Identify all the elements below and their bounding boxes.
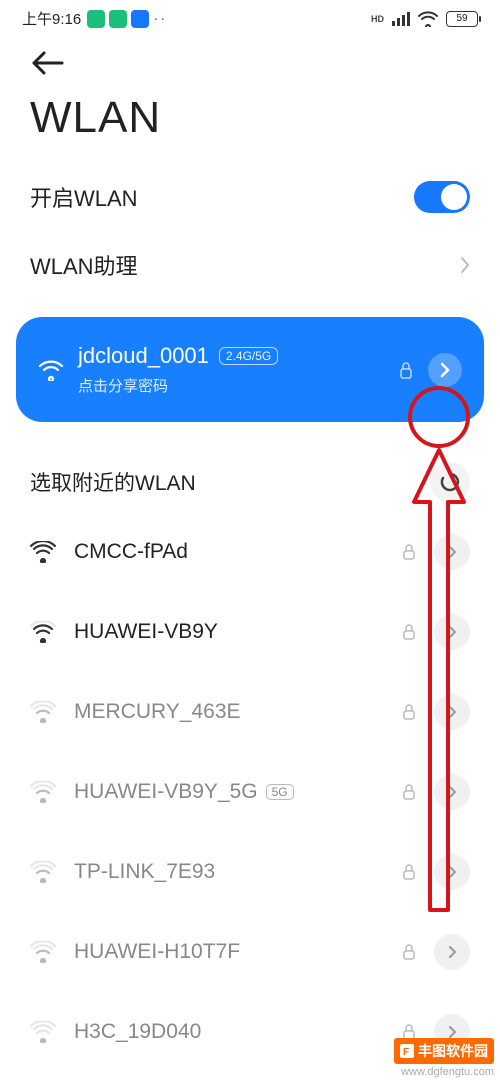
network-detail-button[interactable] — [428, 353, 462, 387]
chevron-right-icon — [448, 545, 457, 559]
wifi-icon — [30, 621, 56, 643]
chevron-right-icon — [448, 945, 457, 959]
chevron-right-icon — [460, 256, 470, 274]
wifi-icon — [30, 781, 56, 803]
connected-network-name: jdcloud_0001 — [78, 343, 209, 369]
wlan-assistant-label: WLAN助理 — [30, 249, 138, 281]
lock-icon — [402, 864, 416, 880]
svg-text:F: F — [403, 1047, 409, 1058]
status-app-icon — [109, 10, 127, 28]
watermark-logo-icon: F — [400, 1044, 414, 1058]
chevron-right-icon — [448, 1025, 457, 1039]
network-detail-button[interactable] — [434, 694, 470, 730]
chevron-right-icon — [448, 625, 457, 639]
chevron-right-icon — [448, 785, 457, 799]
wifi-icon — [418, 11, 438, 27]
watermark: F 丰图软件园 www.dgfengtu.com — [394, 1038, 494, 1078]
wifi-icon — [30, 1021, 56, 1043]
hd-indicator: HD — [371, 14, 384, 24]
status-app-icon — [87, 10, 105, 28]
wlan-enable-row[interactable]: 开启WLAN — [0, 163, 500, 231]
status-time: 上午9:16 — [22, 8, 81, 29]
network-detail-button[interactable] — [434, 934, 470, 970]
network-row[interactable]: TP-LINK_7E93 — [0, 832, 500, 912]
refresh-button[interactable] — [430, 462, 470, 502]
network-row[interactable]: HUAWEI-VB9Y — [0, 592, 500, 672]
wlan-assistant-row[interactable]: WLAN助理 — [0, 231, 500, 299]
refresh-icon — [439, 471, 461, 493]
network-detail-button[interactable] — [434, 614, 470, 650]
lock-icon — [402, 544, 416, 560]
status-more-icon: ·· — [153, 10, 167, 27]
lock-icon — [402, 624, 416, 640]
chevron-right-icon — [448, 705, 457, 719]
network-row[interactable]: HUAWEI-VB9Y_5G5G — [0, 752, 500, 832]
network-detail-button[interactable] — [434, 774, 470, 810]
battery-indicator: 59 — [446, 11, 478, 27]
wifi-icon — [30, 861, 56, 883]
chevron-right-icon — [440, 362, 450, 378]
connected-subtext: 点击分享密码 — [78, 375, 384, 396]
watermark-url: www.dgfengtu.com — [401, 1066, 494, 1078]
lock-icon — [398, 361, 414, 379]
wifi-icon — [30, 541, 56, 563]
wlan-enable-label: 开启WLAN — [30, 181, 138, 213]
network-detail-button[interactable] — [434, 854, 470, 890]
wlan-toggle[interactable] — [414, 181, 470, 213]
network-row[interactable]: HUAWEI-H10T7F — [0, 912, 500, 992]
wifi-icon — [30, 941, 56, 963]
network-row[interactable]: CMCC-fPAd — [0, 512, 500, 592]
connected-network-card[interactable]: jdcloud_0001 2.4G/5G 点击分享密码 — [16, 317, 484, 422]
back-icon[interactable] — [30, 51, 64, 75]
wifi-icon — [30, 701, 56, 723]
network-detail-button[interactable] — [434, 534, 470, 570]
network-name: H3C_19D040 — [74, 1020, 384, 1044]
network-name: HUAWEI-VB9Y_5G5G — [74, 780, 384, 804]
status-alipay-icon — [131, 10, 149, 28]
chevron-right-icon — [448, 865, 457, 879]
band-badge: 2.4G/5G — [219, 347, 278, 365]
cellular-signal-icon — [392, 12, 410, 26]
lock-icon — [402, 944, 416, 960]
lock-icon — [402, 784, 416, 800]
watermark-brand: 丰图软件园 — [418, 1041, 488, 1061]
lock-icon — [402, 704, 416, 720]
network-list: CMCC-fPAd HUAWEI-VB9Y MERCURY_463E HUAWE… — [0, 512, 500, 1072]
wifi-icon — [38, 359, 64, 381]
network-name: TP-LINK_7E93 — [74, 860, 384, 884]
network-row[interactable]: MERCURY_463E — [0, 672, 500, 752]
network-name: HUAWEI-VB9Y — [74, 620, 384, 644]
status-bar: 上午9:16 ·· HD 59 — [0, 0, 500, 33]
nearby-networks-label: 选取附近的WLAN — [30, 467, 196, 497]
band-badge: 5G — [266, 784, 294, 800]
network-name: CMCC-fPAd — [74, 540, 384, 564]
network-name: HUAWEI-H10T7F — [74, 940, 384, 964]
network-name: MERCURY_463E — [74, 700, 384, 724]
page-title: WLAN — [0, 75, 500, 163]
